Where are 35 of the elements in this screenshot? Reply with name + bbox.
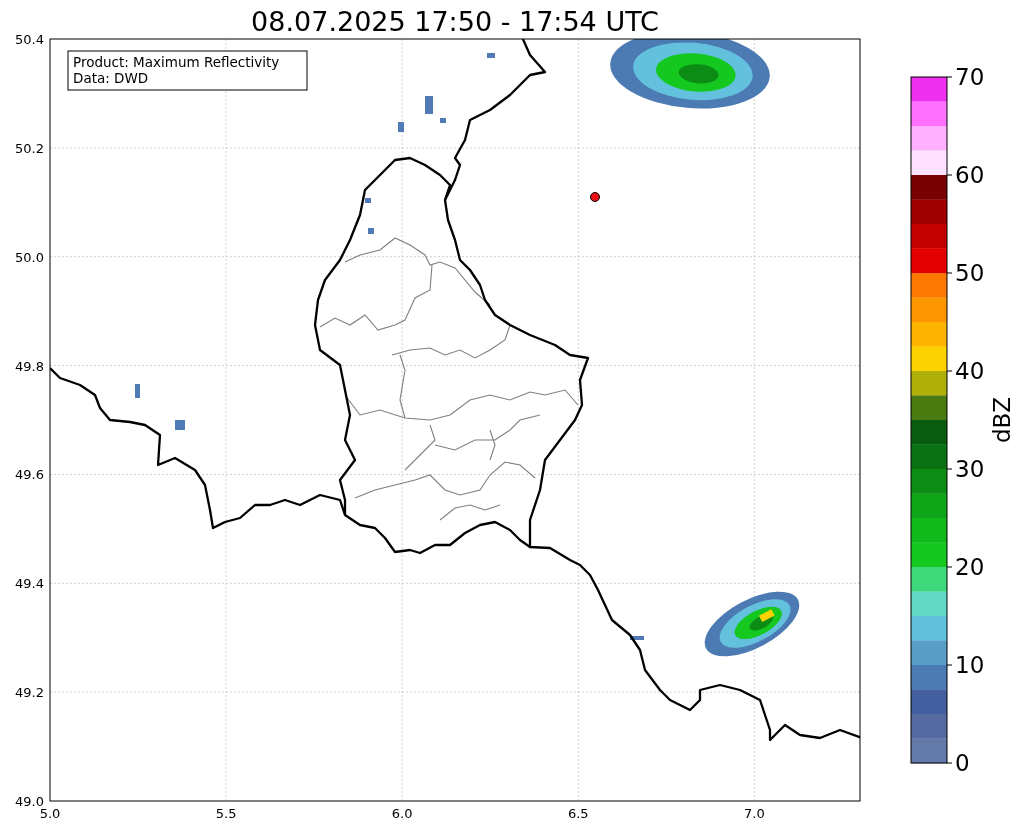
colorbar-tick-label: 70 <box>955 64 985 90</box>
x-tick-label: 6.5 <box>567 806 589 821</box>
x-tick-label: 7.0 <box>744 806 765 821</box>
y-tick-label: 50.2 <box>15 140 44 156</box>
precipitation-speck-drawing <box>398 122 404 132</box>
x-tick-label: 6.0 <box>391 806 413 821</box>
y-tick-label: 49.8 <box>15 358 44 374</box>
y-tick-label: 50.4 <box>15 32 44 47</box>
colorbar-tick-label: 30 <box>955 456 985 482</box>
precipitation-speck-drawing <box>425 96 433 114</box>
colorbar-label: dBZ <box>989 396 1015 444</box>
precipitation-speck-drawing <box>630 636 644 640</box>
colorbar-tick-label: 20 <box>955 554 985 580</box>
y-tick-label: 49.0 <box>15 794 44 809</box>
x-tick-label: 5.5 <box>215 806 237 821</box>
precipitation-speck-drawing <box>368 228 374 234</box>
location-marker <box>590 192 600 202</box>
y-tick-label: 49.6 <box>15 467 44 483</box>
y-tick-label: 49.4 <box>15 576 44 592</box>
x-tick-label: 5.0 <box>39 806 61 821</box>
colorbar-tick-label: 60 <box>955 162 985 188</box>
precipitation-speck-drawing <box>487 53 495 58</box>
y-tick-label: 49.2 <box>15 685 44 701</box>
colorbar-tick-label: 40 <box>955 358 985 384</box>
y-tick-label: 50.0 <box>15 249 44 265</box>
colorbar-tick-label: 50 <box>955 260 985 286</box>
precipitation-speck-drawing <box>440 118 446 123</box>
colorbar-tick-label: 10 <box>955 652 985 678</box>
colorbar-tick-label: 0 <box>955 750 970 776</box>
info-text: Data: DWD <box>73 70 149 86</box>
precipitation-speck-drawing <box>135 384 140 398</box>
info-text: Product: Maximum Reflectivity <box>73 54 280 70</box>
precipitation-speck-drawing <box>365 198 371 203</box>
chart-title: 08.07.2025 17:50 - 17:54 UTC <box>251 6 659 37</box>
precipitation-speck-drawing <box>175 420 185 430</box>
